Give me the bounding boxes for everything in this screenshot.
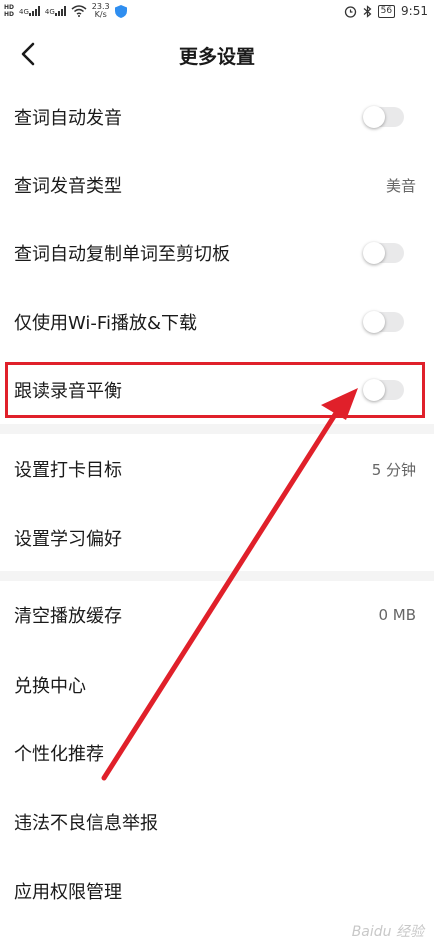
setting-row-learning-pref[interactable]: 设置学习偏好 xyxy=(0,511,434,565)
hd-bottom-label: HD xyxy=(4,11,15,18)
setting-row-read-balance[interactable]: 跟读录音平衡 xyxy=(0,364,434,416)
auto-pronounce-toggle[interactable] xyxy=(363,106,404,128)
wifi-only-toggle[interactable] xyxy=(363,311,404,333)
status-bar-right: 56 9:51 xyxy=(344,0,428,22)
pronounce-type-value: 美音 xyxy=(385,176,416,195)
setting-row-checkin-goal[interactable]: 设置打卡目标 5 分钟 xyxy=(0,442,434,496)
setting-row-auto-pronounce[interactable]: 查词自动发音 xyxy=(0,91,434,143)
page-title: 更多设置 xyxy=(178,46,255,68)
signal-icon-2: 4G xyxy=(45,6,66,16)
setting-label: 跟读录音平衡 xyxy=(14,381,122,402)
checkin-goal-value: 5 分钟 xyxy=(371,460,416,479)
signal-icon-1: 4G xyxy=(19,6,40,16)
network-speed: 23.3 K/s xyxy=(92,3,110,19)
section-divider xyxy=(0,424,434,434)
setting-row-report[interactable]: 违法不良信息举报 xyxy=(0,795,434,849)
setting-label: 个性化推荐 xyxy=(14,744,104,765)
setting-label: 兑换中心 xyxy=(14,676,86,697)
bluetooth-icon xyxy=(363,4,372,18)
hd-icon: HD HD xyxy=(4,4,14,18)
setting-row-personalized[interactable]: 个性化推荐 xyxy=(0,726,434,780)
setting-label: 设置打卡目标 xyxy=(14,460,122,481)
status-bar-left: HD HD 4G 4G 23.3 K/s xyxy=(4,0,127,22)
setting-label: 清空播放缓存 xyxy=(14,606,122,627)
setting-row-auto-copy[interactable]: 查词自动复制单词至剪切板 xyxy=(0,227,434,279)
setting-label: 违法不良信息举报 xyxy=(14,813,158,834)
setting-label: 查词自动发音 xyxy=(14,108,122,129)
cache-size-value: 0 MB xyxy=(378,606,416,624)
setting-row-permissions[interactable]: 应用权限管理 xyxy=(0,864,434,918)
status-bar: HD HD 4G 4G 23.3 K/s 56 9:51 xyxy=(0,0,434,22)
section-divider xyxy=(0,571,434,581)
setting-label: 应用权限管理 xyxy=(14,882,122,903)
setting-label: 查词发音类型 xyxy=(14,176,122,197)
alarm-icon xyxy=(344,5,356,18)
watermark: Baidu 经验 xyxy=(351,924,424,940)
signal-1-label: 4G xyxy=(19,8,29,16)
battery-icon: 56 xyxy=(377,4,396,18)
setting-label: 查词自动复制单词至剪切板 xyxy=(14,244,230,265)
auto-copy-toggle[interactable] xyxy=(363,242,404,264)
hd-top-label: HD xyxy=(4,4,15,11)
setting-row-wifi-only[interactable]: 仅使用Wi-Fi播放&下载 xyxy=(0,296,434,348)
setting-label: 设置学习偏好 xyxy=(14,529,122,550)
setting-label: 仅使用Wi-Fi播放&下载 xyxy=(14,313,197,334)
signal-2-label: 4G xyxy=(44,8,55,16)
read-balance-toggle[interactable] xyxy=(363,379,404,401)
nav-bar: 更多设置 xyxy=(0,22,434,88)
wifi-icon xyxy=(71,5,87,17)
shield-icon xyxy=(114,4,127,18)
speed-unit: K/s xyxy=(94,10,107,19)
setting-row-redeem-center[interactable]: 兑换中心 xyxy=(0,658,434,712)
clock: 9:51 xyxy=(401,4,428,18)
setting-row-clear-cache[interactable]: 清空播放缓存 0 MB xyxy=(0,588,434,642)
setting-row-pronounce-type[interactable]: 查词发音类型 美音 xyxy=(0,159,434,211)
